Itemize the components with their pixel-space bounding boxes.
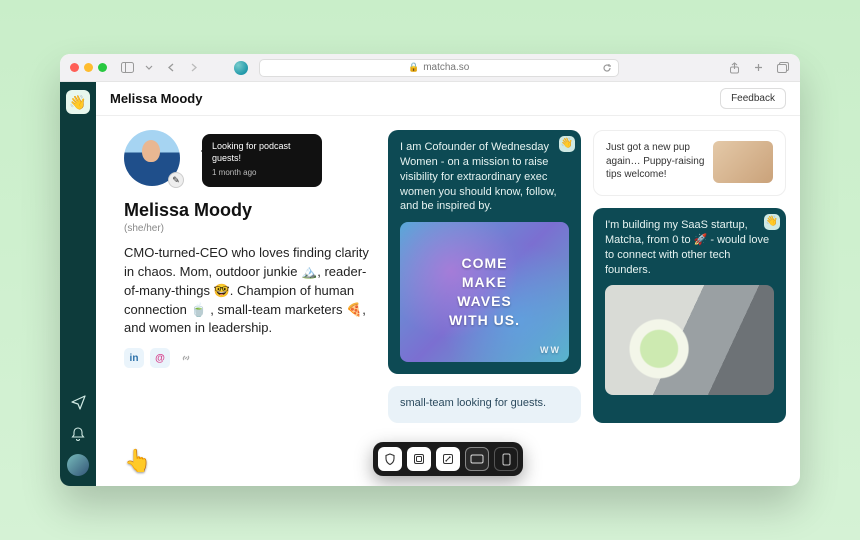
close-window-button[interactable]: [70, 63, 79, 72]
nav-rail: 👋: [60, 82, 96, 486]
add-tab-icon[interactable]: [752, 60, 766, 76]
card-text: small-team looking for guests.: [400, 396, 569, 411]
card-image: [605, 285, 774, 395]
sidebar-toggle-icon[interactable]: [119, 60, 135, 76]
page-title: Melissa Moody: [110, 91, 202, 106]
toolbar-shield-button[interactable]: [378, 447, 402, 471]
bell-icon[interactable]: [68, 424, 88, 444]
card-pup[interactable]: Just got a new pup again… Puppy-raising …: [593, 130, 786, 196]
url-bar[interactable]: 🔒 matcha.so: [259, 59, 619, 77]
view-toolbar: [373, 442, 523, 476]
image-overlay-text: COME MAKE WAVES WITH US.: [449, 254, 520, 330]
edit-avatar-button[interactable]: ✎: [168, 172, 184, 188]
page-header: Melissa Moody Feedback: [96, 82, 800, 116]
app-logo[interactable]: 👋: [66, 90, 90, 114]
profile-pronouns: (she/her): [124, 223, 374, 234]
chevron-down-icon[interactable]: [141, 60, 157, 76]
status-timestamp: 1 month ago: [212, 168, 312, 178]
browser-window: 🔒 matcha.so 👋: [60, 54, 800, 486]
image-badge: WW: [540, 344, 561, 356]
card-podcast[interactable]: small-team looking for guests.: [388, 386, 581, 423]
card-text: I'm building my SaaS startup, Matcha, fr…: [605, 218, 774, 277]
wave-icon: 👋: [69, 94, 86, 111]
main-area: Melissa Moody Feedback ✎ Looking for pod…: [96, 82, 800, 486]
app-root: 👋 Melissa Moody Feedback ✎: [60, 82, 800, 486]
user-avatar[interactable]: [67, 454, 89, 476]
toolbar-phone-button[interactable]: [494, 447, 518, 471]
wave-icon[interactable]: 👋: [764, 214, 780, 230]
profile-socials: in @: [124, 348, 374, 368]
browser-chrome: 🔒 matcha.so: [60, 54, 800, 82]
toolbar-expand-button[interactable]: [436, 447, 460, 471]
profile-bio: CMO-turned-CEO who loves finding clarity…: [124, 244, 374, 338]
site-favicon: [234, 61, 248, 75]
wave-icon[interactable]: 👋: [559, 136, 575, 152]
send-icon[interactable]: [68, 392, 88, 412]
cards-grid: 👋 I am Cofounder of Wednesday Women - on…: [388, 130, 786, 486]
profile-name: Melissa Moody: [124, 200, 374, 221]
tabs-icon[interactable]: [776, 60, 790, 76]
url-host: matcha.so: [423, 62, 469, 73]
feedback-button[interactable]: Feedback: [720, 88, 786, 109]
back-icon[interactable]: [163, 60, 179, 76]
lock-icon: 🔒: [408, 62, 419, 73]
share-icon[interactable]: [728, 60, 742, 76]
card-text: Just got a new pup again… Puppy-raising …: [606, 141, 705, 182]
link-icon[interactable]: [180, 352, 192, 364]
minimize-window-button[interactable]: [84, 63, 93, 72]
toolbar-card-wide-button[interactable]: [465, 447, 489, 471]
instagram-icon[interactable]: @: [150, 348, 170, 368]
profile-panel: ✎ Looking for podcast guests! 1 month ag…: [124, 130, 374, 486]
card-cofounder[interactable]: 👋 I am Cofounder of Wednesday Women - on…: [388, 130, 581, 374]
zoom-window-button[interactable]: [98, 63, 107, 72]
card-thumbnail: [713, 141, 773, 183]
card-image: COME MAKE WAVES WITH US. WW: [400, 222, 569, 362]
linkedin-icon[interactable]: in: [124, 348, 144, 368]
chrome-right-controls: [728, 60, 790, 76]
profile-header: ✎ Looking for podcast guests! 1 month ag…: [124, 130, 374, 194]
content-area: ✎ Looking for podcast guests! 1 month ag…: [96, 116, 800, 486]
window-controls: [70, 63, 107, 72]
status-bubble[interactable]: Looking for podcast guests! 1 month ago: [202, 134, 322, 187]
card-saas[interactable]: 👋 I'm building my SaaS startup, Matcha, …: [593, 208, 786, 423]
reload-icon[interactable]: [602, 63, 612, 73]
card-text: I am Cofounder of Wednesday Women - on a…: [400, 140, 569, 214]
forward-icon[interactable]: [185, 60, 201, 76]
status-text: Looking for podcast guests!: [212, 141, 312, 164]
toolbar-card-square-button[interactable]: [407, 447, 431, 471]
